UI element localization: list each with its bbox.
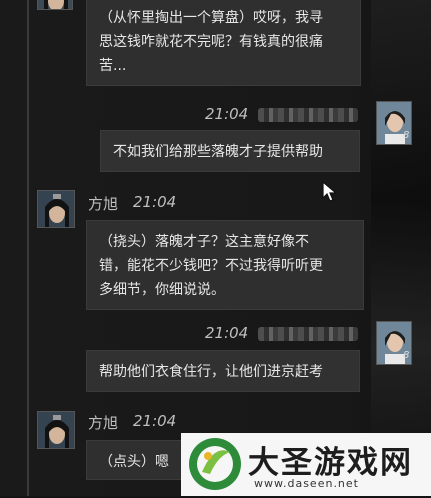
message-time: 21:04 xyxy=(205,324,249,342)
message-time: 21:04 xyxy=(133,412,177,430)
message-text: 帮助他们衣食住行，让他们进京赶考 xyxy=(99,364,323,380)
watermark-title: 大圣游戏网 xyxy=(248,445,413,481)
message-bubble[interactable]: （从怀里掏出一个算盘）哎呀，我寻 思这钱咋就花不完呢？有钱真的很痛 苦... xyxy=(86,0,361,86)
watermark-logo-icon xyxy=(184,434,246,498)
avatar-level-badge: 8 xyxy=(403,350,410,361)
message-line: 苦... xyxy=(99,58,127,74)
message-line: 错，能花不少钱吧？不过我得听听更 xyxy=(99,258,323,274)
blurred-player-name xyxy=(258,108,358,122)
watermark-url: www.daseen.net xyxy=(254,477,359,490)
message-time: 21:04 xyxy=(205,105,249,123)
message-text: （点头）嗯 xyxy=(99,454,169,470)
message-line: 多细节，你细说说。 xyxy=(99,282,225,298)
message-text: 不如我们给那些落魄才子提供帮助 xyxy=(113,144,323,160)
background-art xyxy=(371,0,431,496)
message-line: （挠头）落魄才子？这主意好像不 xyxy=(99,234,309,250)
avatar-level-badge: 8 xyxy=(403,130,410,141)
message-time: 21:04 xyxy=(133,193,177,211)
message-line: 思这钱咋就花不完呢？有钱真的很痛 xyxy=(99,34,323,50)
sender-avatar[interactable] xyxy=(37,190,75,228)
chat-screen: （从怀里掏出一个算盘）哎呀，我寻 思这钱咋就花不完呢？有钱真的很痛 苦... 2… xyxy=(0,0,431,496)
sender-name: 方旭 xyxy=(88,414,119,432)
message-bubble[interactable]: （挠头）落魄才子？这主意好像不 错，能花不少钱吧？不过我得听听更 多细节，你细说… xyxy=(86,220,364,310)
message-bubble[interactable]: 帮助他们衣食住行，让他们进京赶考 xyxy=(86,350,360,392)
message-bubble[interactable]: 不如我们给那些落魄才子提供帮助 xyxy=(100,130,360,172)
scroll-track[interactable] xyxy=(27,0,29,496)
mouse-cursor-icon xyxy=(322,180,338,207)
sender-avatar[interactable] xyxy=(37,0,73,10)
message-line: （从怀里掏出一个算盘）哎呀，我寻 xyxy=(99,10,323,26)
sender-avatar[interactable] xyxy=(37,411,75,449)
sender-name: 方旭 xyxy=(88,195,119,213)
blurred-player-name xyxy=(258,327,358,341)
